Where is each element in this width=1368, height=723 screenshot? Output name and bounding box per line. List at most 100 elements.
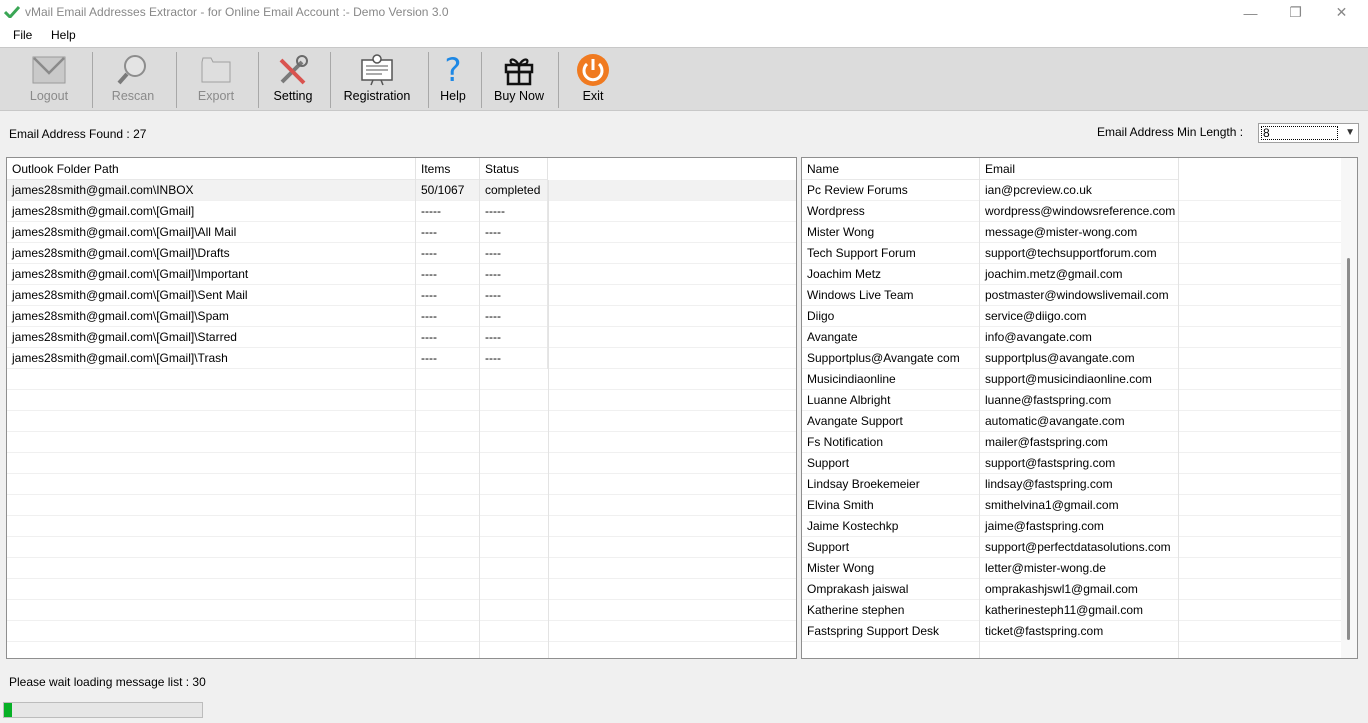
table-row	[7, 411, 796, 432]
column-header-email[interactable]: Email	[980, 158, 1179, 180]
minimize-button[interactable]: —	[1228, 0, 1273, 25]
contact-name-cell: Elvina Smith	[802, 495, 980, 516]
email-scrollbar[interactable]	[1341, 158, 1357, 658]
table-row[interactable]: james28smith@gmail.com\INBOX 50/1067 compl…	[7, 180, 796, 201]
contact-email-cell: katherinesteph11@gmail.com	[980, 600, 1179, 621]
toolbar-separator	[92, 52, 93, 108]
setting-button[interactable]: Setting	[262, 48, 324, 111]
toolbar-separator	[330, 52, 331, 108]
table-row[interactable]: Diigo service@diigo.com	[802, 306, 1342, 327]
progress-fill	[4, 703, 12, 717]
table-row[interactable]: Musicindiaonline support@musicindiaonline…	[802, 369, 1342, 390]
registration-button[interactable]: Registration	[341, 48, 413, 111]
table-row[interactable]: Omprakash jaiswal omprakashjswl1@gmail.co…	[802, 579, 1342, 600]
contact-name-cell: Musicindiaonline	[802, 369, 980, 390]
chevron-down-icon[interactable]: ▼	[1345, 127, 1355, 138]
folder-path-cell: james28smith@gmail.com\[Gmail]\All Mail	[7, 222, 416, 243]
logout-button[interactable]: Logout	[18, 48, 80, 111]
rescan-label: Rescan	[111, 89, 155, 103]
folder-grid-header: Outlook Folder Path Items Status	[7, 158, 548, 180]
table-row[interactable]: james28smith@gmail.com\[Gmail]\Starred --…	[7, 327, 796, 348]
menu-help[interactable]: Help	[51, 28, 76, 42]
table-row[interactable]: Mister Wong message@mister-wong.com	[802, 222, 1342, 243]
table-row[interactable]: Avangate info@avangate.com	[802, 327, 1342, 348]
table-row[interactable]: james28smith@gmail.com\[Gmail]\Important…	[7, 264, 796, 285]
table-row[interactable]: Support support@perfectdatasolutions.com	[802, 537, 1342, 558]
table-row[interactable]: Support support@fastspring.com	[802, 453, 1342, 474]
table-row[interactable]: Elvina Smith smithelvina1@gmail.com	[802, 495, 1342, 516]
maximize-button[interactable]: ❐	[1273, 0, 1318, 25]
contact-email-cell: info@avangate.com	[980, 327, 1179, 348]
folder-status-cell: ----	[480, 327, 548, 348]
contact-name-cell: Support	[802, 537, 980, 558]
table-row[interactable]: Joachim Metz joachim.metz@gmail.com	[802, 264, 1342, 285]
table-row[interactable]: Fastspring Support Desk ticket@fastspring…	[802, 621, 1342, 642]
contact-name-cell: Luanne Albright	[802, 390, 980, 411]
table-row[interactable]: james28smith@gmail.com\[Gmail] ----- -----	[7, 201, 796, 222]
folder-status-cell: -----	[480, 201, 548, 222]
folder-grid[interactable]: Outlook Folder Path Items Status james28…	[6, 157, 797, 659]
contact-email-cell: support@techsupportforum.com	[980, 243, 1179, 264]
folder-status-cell: ----	[480, 306, 548, 327]
table-row[interactable]: james28smith@gmail.com\[Gmail]\Trash ----…	[7, 348, 796, 369]
buy-now-label: Buy Now	[493, 89, 545, 103]
help-label: Help	[440, 89, 466, 103]
folder-path-cell: james28smith@gmail.com\[Gmail]	[7, 201, 416, 222]
table-row[interactable]: Pc Review Forums ian@pcreview.co.uk	[802, 180, 1342, 201]
scrollbar-thumb[interactable]	[1347, 258, 1350, 640]
folder-items-cell: ----	[416, 348, 480, 369]
table-row[interactable]: Mister Wong letter@mister-wong.de	[802, 558, 1342, 579]
contact-email-cell: omprakashjswl1@gmail.com	[980, 579, 1179, 600]
folder-items-cell: ----	[416, 222, 480, 243]
min-length-select[interactable]: 8 ▼	[1258, 123, 1359, 143]
column-divider	[979, 180, 980, 658]
column-header-items[interactable]: Items	[416, 158, 480, 180]
table-row[interactable]: Avangate Support automatic@avangate.com	[802, 411, 1342, 432]
email-found-count: 27	[133, 127, 147, 141]
table-row[interactable]: Windows Live Team postmaster@windowslivem…	[802, 285, 1342, 306]
contact-name-cell: Mister Wong	[802, 222, 980, 243]
contact-email-cell: ticket@fastspring.com	[980, 621, 1179, 642]
folder-items-cell: ----	[416, 243, 480, 264]
export-button[interactable]: Export	[185, 48, 247, 111]
column-header-name[interactable]: Name	[802, 158, 980, 180]
table-row[interactable]: Tech Support Forum support@techsupportfor…	[802, 243, 1342, 264]
contact-email-cell: message@mister-wong.com	[980, 222, 1179, 243]
folder-status-cell: ----	[480, 264, 548, 285]
exit-label: Exit	[582, 89, 604, 103]
folder-path-cell: james28smith@gmail.com\[Gmail]\Starred	[7, 327, 416, 348]
table-row[interactable]: james28smith@gmail.com\[Gmail]\Spam ---- -…	[7, 306, 796, 327]
table-row[interactable]: Lindsay Broekemeier lindsay@fastspring.co…	[802, 474, 1342, 495]
exit-button[interactable]: Exit	[573, 48, 613, 111]
table-row[interactable]: Wordpress wordpress@windowsreference.com	[802, 201, 1342, 222]
toolbar-separator	[176, 52, 177, 108]
menu-file[interactable]: File	[13, 28, 32, 42]
folder-path-cell: james28smith@gmail.com\[Gmail]\Sent Mail	[7, 285, 416, 306]
column-divider	[548, 180, 549, 658]
focus-rect	[1261, 126, 1338, 140]
column-header-status[interactable]: Status	[480, 158, 548, 180]
toolbar-separator	[481, 52, 482, 108]
table-row[interactable]: james28smith@gmail.com\[Gmail]\Sent Mail…	[7, 285, 796, 306]
email-grid[interactable]: Name Email Pc Review Forums ian@pcreview.…	[801, 157, 1358, 659]
close-button[interactable]: ✕	[1319, 0, 1364, 25]
table-row[interactable]: Katherine stephen katherinesteph11@gmail.…	[802, 600, 1342, 621]
help-button[interactable]: ? Help	[433, 48, 473, 111]
table-row	[7, 621, 796, 642]
table-row[interactable]: Luanne Albright luanne@fastspring.com	[802, 390, 1342, 411]
contact-email-cell: automatic@avangate.com	[980, 411, 1179, 432]
table-row	[7, 369, 796, 390]
column-header-path[interactable]: Outlook Folder Path	[7, 158, 416, 180]
table-row[interactable]: james28smith@gmail.com\[Gmail]\All Mail -…	[7, 222, 796, 243]
table-row[interactable]: Fs Notification mailer@fastspring.com	[802, 432, 1342, 453]
contact-name-cell: Wordpress	[802, 201, 980, 222]
contact-email-cell: ian@pcreview.co.uk	[980, 180, 1179, 201]
contact-name-cell: Fastspring Support Desk	[802, 621, 980, 642]
table-row[interactable]: james28smith@gmail.com\[Gmail]\Drafts ---…	[7, 243, 796, 264]
min-length-label: Email Address Min Length :	[1097, 125, 1244, 139]
table-row[interactable]: Supportplus@Avangate com supportplus@avan…	[802, 348, 1342, 369]
rescan-button[interactable]: Rescan	[102, 48, 164, 111]
contact-email-cell: jaime@fastspring.com	[980, 516, 1179, 537]
buy-now-button[interactable]: Buy Now	[489, 48, 549, 111]
table-row[interactable]: Jaime Kostechkp jaime@fastspring.com	[802, 516, 1342, 537]
